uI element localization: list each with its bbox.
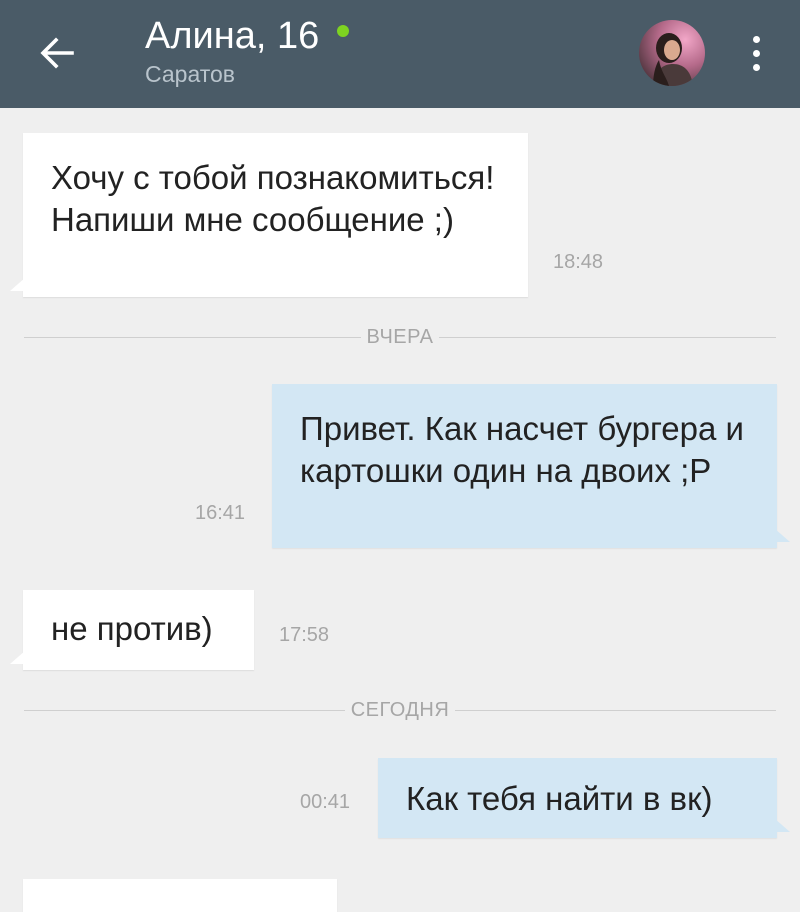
contact-name: Алина, 16 xyxy=(145,15,320,57)
message-outgoing[interactable]: Привет. Как насчет бургера и картошки од… xyxy=(272,384,790,548)
back-button[interactable] xyxy=(30,26,84,80)
date-divider-today: СЕГОДНЯ xyxy=(24,698,777,722)
message-incoming-partial[interactable] xyxy=(23,879,337,912)
online-status-dot xyxy=(337,25,350,37)
message-text: Хочу с тобой познакомиться! Напиши мне с… xyxy=(51,159,495,238)
contact-location: Саратов xyxy=(145,61,236,87)
date-divider-yesterday: ВЧЕРА xyxy=(24,325,777,349)
contact-title: Алина, 16 xyxy=(145,14,350,58)
divider-line xyxy=(439,336,777,338)
date-divider-label: СЕГОДНЯ xyxy=(350,698,450,721)
message-text: Привет. Как насчет бургера и картошки од… xyxy=(300,410,744,489)
arrow-left-icon xyxy=(40,37,74,69)
message-time: 00:41 xyxy=(300,791,351,813)
chat-header: Алина, 16 Саратов xyxy=(0,0,800,108)
message-text: Как тебя найти в вк) xyxy=(406,780,713,817)
date-divider-label: ВЧЕРА xyxy=(366,325,434,348)
message-outgoing[interactable]: Как тебя найти в вк) xyxy=(378,758,790,838)
avatar[interactable] xyxy=(639,20,705,86)
message-time: 18:48 xyxy=(553,251,604,273)
message-time: 17:58 xyxy=(279,624,330,646)
more-menu-button[interactable] xyxy=(738,30,774,76)
message-time: 16:41 xyxy=(195,502,246,524)
avatar-image xyxy=(639,20,705,86)
message-incoming[interactable]: Хочу с тобой познакомиться! Напиши мне с… xyxy=(10,133,528,297)
message-incoming[interactable]: не против) xyxy=(10,590,254,670)
more-vertical-icon xyxy=(752,35,760,43)
divider-line xyxy=(455,709,777,711)
divider-line xyxy=(24,709,345,711)
message-text: не против) xyxy=(51,610,213,647)
contact-info[interactable]: Алина, 16 Саратов xyxy=(145,14,350,88)
divider-line xyxy=(24,336,361,338)
